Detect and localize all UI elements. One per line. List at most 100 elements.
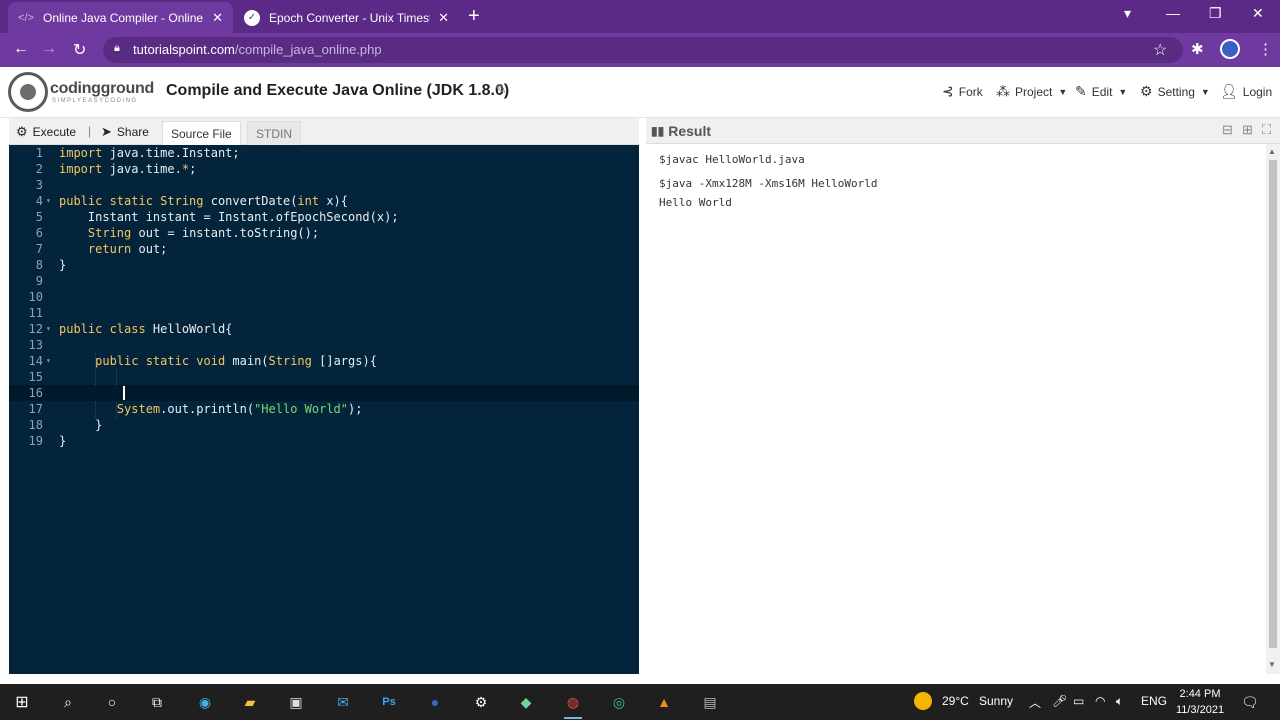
cortana-icon[interactable]: ○ [101, 692, 123, 712]
vlc-icon[interactable]: ▲ [653, 692, 675, 712]
code-line: 17 System.out.println("Hello World"); [9, 401, 639, 417]
project-icon: ⁂ [996, 83, 1010, 99]
login-button[interactable]: 👤︎ Login [1220, 83, 1272, 100]
notification-icon[interactable]: 🗨︎ [1241, 694, 1259, 711]
line-number: 3 [35, 178, 43, 192]
chevron-down-icon: ▼ [1200, 86, 1210, 97]
more-menu-icon[interactable]: ⋮ [1258, 40, 1273, 58]
bookmark-star-icon[interactable]: ☆ [1153, 40, 1167, 60]
new-tab-button[interactable]: + [468, 5, 480, 28]
tab-search-icon[interactable]: ▾ [1124, 5, 1131, 22]
windows-start-icon[interactable]: ⊞ [11, 692, 33, 712]
line-number: 2 [35, 162, 43, 176]
result-title: ▮▮ Result [651, 123, 711, 139]
logo-text: codingground [50, 80, 154, 97]
tab-source-file[interactable]: Source File [162, 121, 241, 145]
collapse-icon[interactable]: ⊟ [1222, 122, 1233, 138]
extensions-icon[interactable]: ✱ [1191, 40, 1204, 58]
network-icon[interactable]: ◠ [1095, 694, 1105, 708]
result-output[interactable]: $javac HelloWorld.java $java -Xmx128M -X… [646, 144, 1266, 674]
microphone-icon[interactable]: 🎤︎ [1052, 694, 1067, 708]
line-number: 13 [28, 338, 43, 352]
lock-icon[interactable]: 🔒︎ [114, 42, 120, 55]
logo-subtitle: SIMPLYEASYCODING [52, 98, 138, 104]
app-sync-icon[interactable]: ◎ [608, 692, 630, 712]
clock-date: 11/3/2021 [1175, 704, 1225, 716]
result-title-label: Result [668, 123, 712, 139]
weather-desc[interactable]: Sunny [979, 694, 1013, 708]
file-explorer-icon[interactable]: ▰ [239, 692, 261, 712]
code-line: 14 ▾ public static void main(String []ar… [9, 353, 639, 369]
reload-icon[interactable]: ↻ [73, 40, 86, 60]
url-host: tutorialspoint.com [133, 42, 235, 57]
profile-avatar[interactable] [1220, 39, 1240, 59]
browser-titlebar: </> Online Java Compiler - Online Ja ✕ ✓… [0, 0, 1280, 33]
code-line: 1 import java.time.Instant; [9, 145, 639, 161]
weather-temp[interactable]: 29°C [942, 694, 969, 708]
weather-sun-icon[interactable] [914, 692, 932, 710]
line-number: 9 [35, 274, 43, 288]
close-window-icon[interactable]: ✕ [1252, 5, 1264, 22]
setting-menu[interactable]: ⚙ Setting ▼ [1140, 83, 1210, 100]
code-line: 19 } [9, 433, 639, 449]
photoshop-icon[interactable]: Ps [378, 692, 400, 712]
fold-arrow-icon[interactable]: ▾ [46, 321, 51, 337]
code-editor[interactable]: 1 import java.time.Instant; 2 import jav… [9, 145, 639, 674]
tab-label: Epoch Converter - Unix Timestam [269, 10, 430, 25]
app-terminal-icon[interactable]: ◆ [515, 692, 537, 712]
line-number: 6 [35, 226, 43, 240]
url-input[interactable]: tutorialspoint.com/compile_java_online.p… [103, 37, 1183, 63]
forward-arrow-icon[interactable]: → [41, 40, 57, 58]
fork-label: Fork [958, 84, 983, 99]
codingground-logo-icon[interactable] [8, 72, 48, 112]
fullscreen-icon[interactable]: ⛶ [1262, 122, 1271, 138]
task-view-icon[interactable]: ⧉ [146, 692, 168, 712]
text-cursor [123, 386, 125, 400]
expand-icon[interactable]: ⊞ [1242, 122, 1253, 138]
code-text: public class HelloWorld{ [59, 322, 233, 336]
mail-icon[interactable]: ✉ [332, 692, 354, 712]
store-icon[interactable]: ▣ [285, 692, 307, 712]
tab-online-java-compiler[interactable]: </> Online Java Compiler - Online Ja ✕ [8, 2, 233, 33]
search-icon[interactable]: ⌕ [57, 692, 79, 712]
scrollbar-thumb[interactable] [1269, 160, 1277, 648]
scroll-up-icon[interactable]: ▲ [1268, 147, 1276, 156]
volume-icon[interactable]: 🔈︎ [1116, 694, 1123, 709]
battery-icon[interactable]: ▭ [1073, 694, 1084, 708]
code-line: 3 [9, 177, 639, 193]
back-arrow-icon[interactable]: ← [13, 40, 29, 58]
fold-arrow-icon[interactable]: ▾ [46, 193, 51, 209]
close-tab-icon[interactable]: ✕ [438, 10, 449, 26]
scroll-down-icon[interactable]: ▼ [1268, 660, 1276, 669]
minimize-icon[interactable]: — [1166, 5, 1180, 21]
result-scrollbar[interactable]: ▲ ▼ [1266, 144, 1280, 674]
line-number: 10 [28, 290, 43, 304]
code-line: 8 } [9, 257, 639, 273]
app-w-icon[interactable]: ● [424, 692, 446, 712]
fork-button[interactable]: ⊰ Fork [942, 83, 983, 100]
restore-icon[interactable]: ❐ [1209, 5, 1222, 22]
code-text: Instant instant = Instant.ofEpochSecond(… [59, 210, 399, 224]
edit-label: Edit [1091, 84, 1113, 99]
edge-icon[interactable]: ◉ [194, 692, 216, 712]
line-number: 4 [35, 194, 43, 208]
project-menu[interactable]: ⁂ Project ▼ [996, 83, 1067, 100]
app-window-icon[interactable]: ▤ [699, 692, 721, 712]
chrome-icon[interactable]: ◍ [562, 692, 584, 719]
share-button[interactable]: ➤ Share [101, 124, 149, 140]
language-indicator[interactable]: ENG [1141, 694, 1167, 708]
code-icon: </> [18, 11, 34, 24]
edit-title-icon[interactable]: ✎ [495, 81, 507, 98]
close-tab-icon[interactable]: ✕ [212, 10, 223, 26]
tray-chevron-up-icon[interactable]: ︿ [1029, 694, 1041, 711]
fold-arrow-icon[interactable]: ▾ [46, 353, 51, 369]
execute-button[interactable]: ⚙ Execute [16, 124, 76, 140]
tab-stdin[interactable]: STDIN [247, 121, 301, 145]
settings-gear-icon[interactable]: ⚙ [470, 692, 492, 712]
clock[interactable]: 2:44 PM 11/3/2021 [1175, 686, 1225, 718]
tab-epoch-converter[interactable]: ✓ Epoch Converter - Unix Timestam ✕ [234, 2, 459, 33]
site-header: codingground SIMPLYEASYCODING Compile an… [0, 67, 1280, 118]
code-text: public static String convertDate(int x){ [59, 194, 349, 208]
edit-menu[interactable]: ✎ Edit ▼ [1075, 83, 1127, 100]
code-text: } [59, 434, 67, 448]
